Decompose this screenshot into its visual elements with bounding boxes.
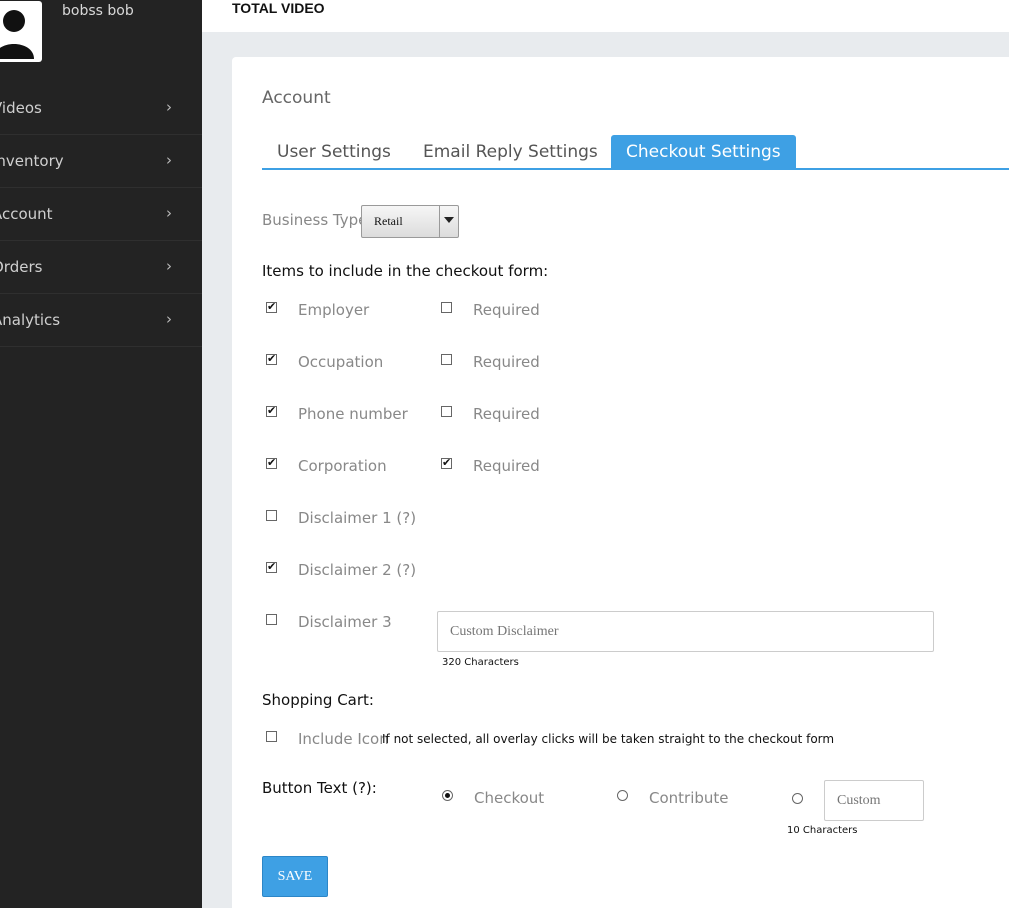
- caret-down-icon: [439, 206, 458, 237]
- include-icon-note: If not selected, all overlay clicks will…: [382, 732, 835, 746]
- employer-required-label: Required: [473, 301, 540, 319]
- employer-label: Employer: [298, 301, 370, 319]
- chevron-right-icon: ›: [166, 257, 172, 275]
- save-button[interactable]: SAVE: [262, 856, 328, 897]
- contribute-radio[interactable]: [617, 790, 628, 801]
- sidebar-item-label: Orders: [0, 258, 43, 276]
- custom-disclaimer-counter: 320 Characters: [442, 657, 519, 668]
- tab-checkout-settings[interactable]: Checkout Settings: [611, 135, 796, 168]
- phone-number-label: Phone number: [298, 405, 408, 423]
- occupation-checkbox[interactable]: [266, 352, 277, 365]
- items-heading: Items to include in the checkout form:: [262, 262, 549, 280]
- occupation-required-label: Required: [473, 353, 540, 371]
- chevron-right-icon: ›: [166, 204, 172, 222]
- corporation-required-label: Required: [473, 457, 540, 475]
- phone-number-required-checkbox[interactable]: [441, 406, 452, 417]
- sidebar: bobss bob Videos › Inventory › Account ›…: [0, 0, 202, 908]
- sidebar-item-account[interactable]: Account ›: [0, 188, 202, 241]
- contribute-radio-label: Contribute: [649, 789, 729, 807]
- tab-bar: User Settings Email Reply Settings Check…: [262, 135, 1009, 170]
- business-type-select[interactable]: Retail: [361, 205, 459, 238]
- corporation-label: Corporation: [298, 457, 387, 475]
- disclaimer-2-label[interactable]: Disclaimer 2 (?): [298, 561, 416, 579]
- username: bobss bob: [62, 3, 134, 19]
- sidebar-item-label: Inventory: [0, 152, 64, 170]
- chevron-right-icon: ›: [166, 151, 172, 169]
- sidebar-item-inventory[interactable]: Inventory ›: [0, 135, 202, 188]
- corporation-checkbox[interactable]: [266, 456, 277, 469]
- disclaimer-3-label: Disclaimer 3: [298, 613, 392, 631]
- phone-number-checkbox[interactable]: [266, 404, 277, 417]
- sidebar-nav: Videos › Inventory › Account › Orders › …: [0, 82, 202, 347]
- disclaimer-1-checkbox[interactable]: [266, 510, 277, 521]
- include-icon-checkbox[interactable]: [266, 731, 277, 742]
- page-title: TOTAL VIDEO: [232, 0, 325, 16]
- sidebar-item-label: Account: [0, 205, 53, 223]
- tab-email-reply-settings[interactable]: Email Reply Settings: [408, 135, 613, 168]
- employer-checkbox[interactable]: [266, 300, 277, 313]
- custom-button-text-input[interactable]: [824, 780, 924, 821]
- include-icon-label: Include Icon: [298, 730, 389, 748]
- sidebar-item-videos[interactable]: Videos ›: [0, 82, 202, 135]
- chevron-right-icon: ›: [166, 98, 172, 116]
- employer-required-checkbox[interactable]: [441, 302, 452, 313]
- business-type-label: Business Type: [262, 211, 368, 229]
- checkout-radio-label: Checkout: [474, 789, 545, 807]
- shopping-cart-heading: Shopping Cart:: [262, 691, 374, 709]
- phone-number-required-label: Required: [473, 405, 540, 423]
- chevron-right-icon: ›: [166, 310, 172, 328]
- custom-disclaimer-input[interactable]: [437, 611, 934, 652]
- business-type-value: Retail: [374, 214, 403, 228]
- occupation-required-checkbox[interactable]: [441, 354, 452, 365]
- sidebar-item-label: Analytics: [0, 311, 61, 329]
- avatar[interactable]: [0, 1, 42, 62]
- disclaimer-2-checkbox[interactable]: [266, 560, 277, 573]
- settings-card: Account User Settings Email Reply Settin…: [232, 57, 1009, 908]
- sidebar-item-orders[interactable]: Orders ›: [0, 241, 202, 294]
- occupation-label: Occupation: [298, 353, 384, 371]
- button-text-heading: Button Text (?):: [262, 779, 377, 797]
- custom-button-text-counter: 10 Characters: [787, 825, 858, 836]
- section-title: Account: [262, 88, 331, 108]
- custom-radio[interactable]: [792, 793, 803, 804]
- top-bar: TOTAL VIDEO: [202, 0, 1009, 32]
- user-silhouette-icon: [0, 10, 34, 59]
- sidebar-item-label: Videos: [0, 99, 42, 117]
- tab-user-settings[interactable]: User Settings: [262, 135, 406, 168]
- checkout-radio[interactable]: [442, 790, 453, 801]
- sidebar-item-analytics[interactable]: Analytics ›: [0, 294, 202, 347]
- disclaimer-3-checkbox[interactable]: [266, 614, 277, 625]
- disclaimer-1-label[interactable]: Disclaimer 1 (?): [298, 509, 416, 527]
- corporation-required-checkbox[interactable]: [441, 456, 452, 469]
